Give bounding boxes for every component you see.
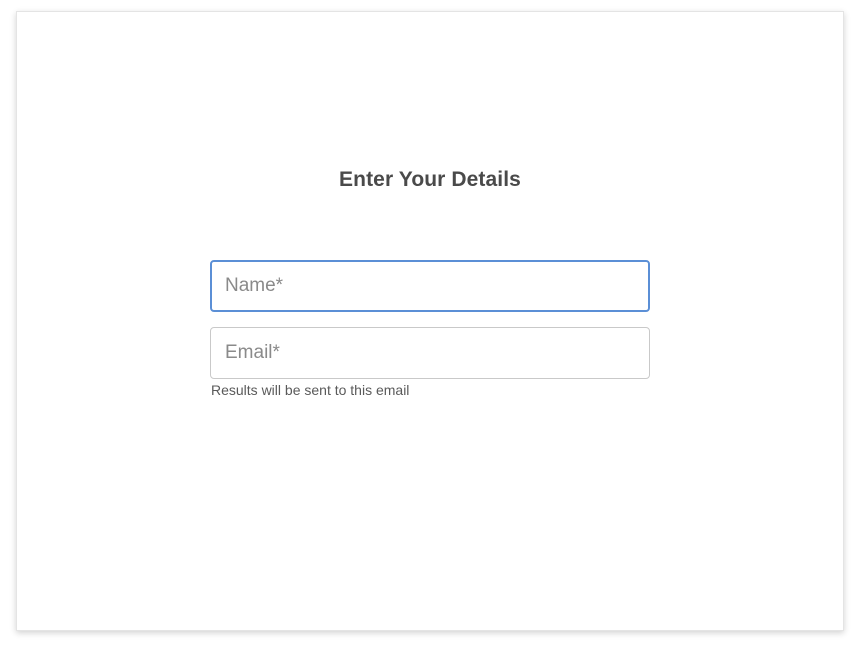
email-hint-text: Results will be sent to this email (211, 382, 410, 398)
form-title: Enter Your Details (339, 168, 521, 191)
details-form-card: Enter Your Details Results will be sent … (16, 11, 844, 631)
email-input[interactable] (210, 327, 650, 379)
name-input[interactable] (210, 260, 650, 312)
